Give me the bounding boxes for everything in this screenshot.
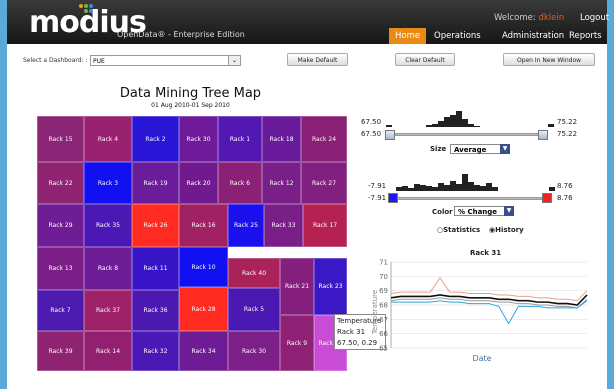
- treemap-cell-rack-17[interactable]: Rack 17: [303, 204, 347, 247]
- size-select[interactable]: Average ▼: [450, 144, 510, 154]
- chevron-down-icon: ⌄: [228, 56, 240, 65]
- treemap-cell-rack-13[interactable]: Rack 13: [37, 247, 84, 290]
- treemap-cell-rack-12[interactable]: Rack 12: [262, 162, 301, 204]
- treemap-cell-rack-26[interactable]: Rack 26: [132, 204, 179, 247]
- treemap-cell-rack-39[interactable]: Rack 39: [37, 331, 84, 371]
- size-slider-track[interactable]: [390, 133, 540, 136]
- nav-reports[interactable]: Reports: [563, 28, 608, 44]
- treemap-cell-rack-32[interactable]: Rack 32: [132, 331, 179, 371]
- chevron-down-icon: ▼: [504, 206, 514, 216]
- treemap-cell-rack-1[interactable]: Rack 1: [218, 116, 262, 162]
- nav-home[interactable]: Home: [389, 28, 427, 44]
- app-header: modius OpenData® - Enterprise Edition We…: [7, 0, 609, 44]
- radio-statistics[interactable]: ○Statistics: [437, 226, 480, 234]
- nav-administration[interactable]: Administration: [496, 28, 570, 44]
- treemap-cell-rack-36[interactable]: Rack 36: [132, 290, 179, 331]
- histogram-bar: [548, 124, 554, 127]
- treemap-cell-rack-37[interactable]: Rack 37: [84, 290, 132, 331]
- dashboard-select[interactable]: PUE ⌄: [90, 55, 241, 66]
- treemap-cell-rack-15[interactable]: Rack 15: [37, 116, 84, 162]
- treemap-title: Data Mining Tree Map: [119, 86, 262, 101]
- treemap-cell-rack-28[interactable]: Rack 28: [179, 287, 228, 331]
- histogram-bar: [492, 187, 498, 191]
- treemap-cell-rack-19[interactable]: Rack 19: [132, 162, 179, 204]
- color-min-top: -7.91: [368, 182, 387, 190]
- treemap-cell-rack-27[interactable]: Rack 27: [301, 162, 347, 204]
- size-slider-min-handle[interactable]: [385, 130, 395, 140]
- dashboard-value: PUE: [93, 58, 105, 65]
- nav-operations[interactable]: Operations: [428, 28, 487, 44]
- treemap-cell-rack-11[interactable]: Rack 11: [132, 247, 179, 290]
- histogram-bar: [549, 187, 555, 191]
- treemap-cell-rack-21[interactable]: Rack 21: [280, 258, 314, 315]
- treemap-cell-rack-25[interactable]: Rack 25: [228, 204, 264, 247]
- left-border: [0, 0, 7, 389]
- tooltip-rack: Rack 31: [337, 328, 366, 336]
- treemap-cell-rack-3[interactable]: Rack 3: [84, 162, 132, 204]
- treemap-cell-rack-4[interactable]: Rack 4: [84, 116, 132, 162]
- treemap-cell-rack-35[interactable]: Rack 35: [84, 204, 132, 247]
- treemap-cell-rack-24[interactable]: Rack 24: [301, 116, 347, 162]
- username: dklein: [538, 13, 565, 23]
- histogram-bar: [386, 125, 392, 127]
- welcome-text: Welcome: dklein: [494, 13, 564, 23]
- size-max-top: 75.22: [557, 118, 578, 126]
- treemap-cell-rack-10[interactable]: Rack 10: [179, 247, 228, 287]
- treemap-cell-rack-7[interactable]: Rack 7: [37, 290, 84, 331]
- treemap-cell-rack-20[interactable]: Rack 20: [179, 162, 218, 204]
- color-slider-track[interactable]: [392, 197, 542, 200]
- treemap-cell-rack-14[interactable]: Rack 14: [84, 331, 132, 371]
- size-slider-max-handle[interactable]: [538, 130, 548, 140]
- radio-history-label: History: [495, 226, 524, 234]
- radio-statistics-label: Statistics: [443, 226, 481, 234]
- size-min-top: 67.50: [361, 118, 382, 126]
- tooltip-values: 67.50, 0.29: [337, 339, 378, 347]
- color-slider-min-handle[interactable]: [388, 193, 398, 203]
- treemap-cell-rack-29[interactable]: Rack 29: [37, 204, 84, 247]
- make-default-button[interactable]: Make Default: [287, 53, 348, 66]
- size-label: Size: [430, 145, 447, 153]
- treemap-cell-rack-40[interactable]: Rack 40: [228, 258, 280, 288]
- treemap-cell-rack-30[interactable]: Rack 30: [179, 116, 218, 162]
- treemap-cell-rack-6[interactable]: Rack 6: [218, 162, 262, 204]
- treemap-cell-rack-16[interactable]: Rack 16: [179, 204, 228, 247]
- color-label: Color: [432, 208, 453, 216]
- treemap-cell-rack-30[interactable]: Rack 30: [228, 331, 280, 371]
- treemap-tooltip: Temperature Rack 31 67.50, 0.29: [334, 314, 386, 350]
- color-slider-max-handle[interactable]: [542, 193, 552, 203]
- treemap-cell-rack-22[interactable]: Rack 22: [37, 162, 84, 204]
- treemap-cell-rack-9[interactable]: Rack 9: [280, 315, 314, 371]
- open-new-window-button[interactable]: Open In New Window: [503, 53, 595, 66]
- treemap-cell-rack-18[interactable]: Rack 18: [262, 116, 301, 162]
- size-max: 75.22: [557, 130, 578, 138]
- treemap-cell-rack-33[interactable]: Rack 33: [264, 204, 303, 247]
- color-select[interactable]: % Change ▼: [454, 206, 514, 216]
- treemap-cell-rack-5[interactable]: Rack 5: [228, 288, 280, 331]
- size-min: 67.50: [361, 130, 382, 138]
- edition-label: OpenData® - Enterprise Edition: [117, 30, 245, 39]
- color-max-top: 8.76: [557, 182, 573, 190]
- treemap-cell-rack-8[interactable]: Rack 8: [84, 247, 132, 290]
- chevron-down-icon: ▼: [500, 144, 510, 154]
- logo-dots-icon: [79, 2, 119, 14]
- treemap-cell-rack-23[interactable]: Rack 23: [314, 258, 347, 315]
- size-select-value: Average: [454, 146, 487, 154]
- histogram-bar: [474, 126, 480, 127]
- dashboard-label: Select a Dashboard: :: [23, 57, 88, 64]
- radio-history[interactable]: ◉History: [489, 226, 524, 234]
- color-min: -7.91: [368, 194, 387, 202]
- welcome-label: Welcome:: [494, 13, 536, 23]
- color-select-value: % Change: [458, 208, 498, 216]
- treemap-cell-rack-34[interactable]: Rack 34: [179, 331, 228, 371]
- treemap-cell-rack-2[interactable]: Rack 2: [132, 116, 179, 162]
- tooltip-metric: Temperature: [337, 317, 382, 325]
- clear-default-button[interactable]: Clear Default: [395, 53, 455, 66]
- treemap-subtitle: 01 Aug 2010-01 Sep 2010: [151, 102, 230, 109]
- color-max: 8.76: [557, 194, 573, 202]
- logout-link[interactable]: Logout: [580, 13, 609, 23]
- right-border: [607, 0, 614, 389]
- line-chart-title: Rack 31: [470, 249, 502, 257]
